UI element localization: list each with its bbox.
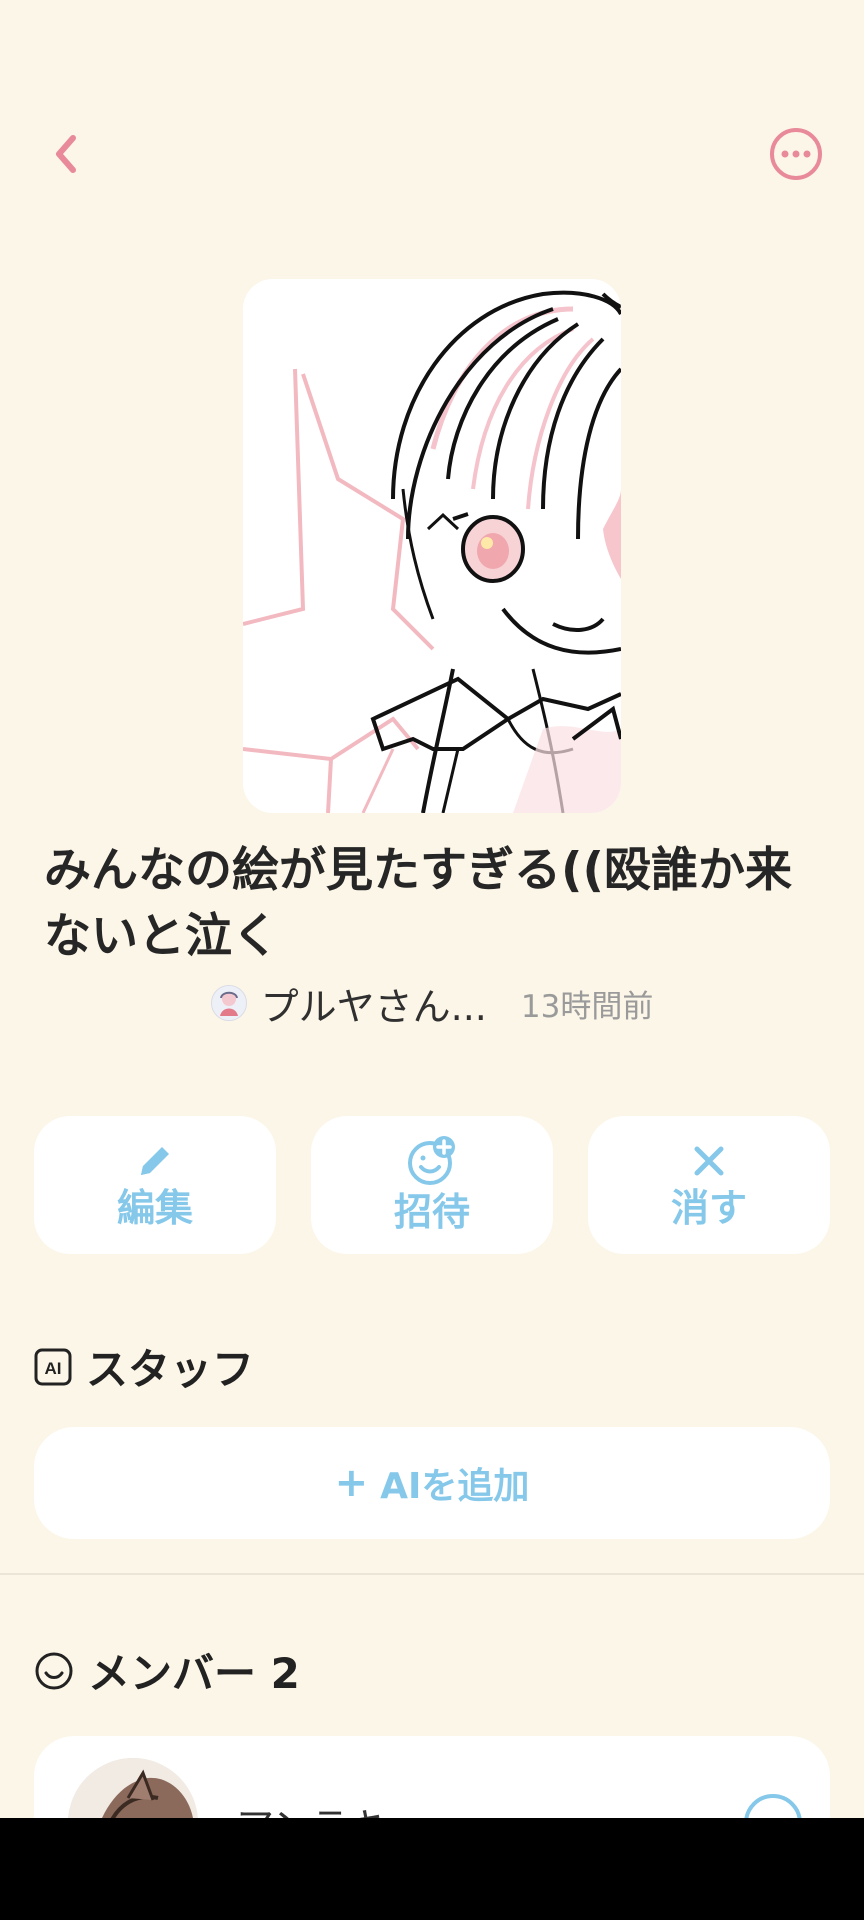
post-timestamp: 13時間前 [520, 988, 654, 1025]
plus-icon: + [334, 1460, 369, 1506]
room-meta: プルヤさん... 13時間前 [0, 976, 864, 1031]
chevron-left-icon [56, 135, 76, 173]
action-row: 編集 招待 消す [34, 1116, 830, 1254]
ai-badge-icon: AI [34, 1348, 72, 1385]
member-avatar [68, 1758, 198, 1818]
close-icon [694, 1146, 724, 1176]
avatar-image [211, 986, 246, 1020]
pencil-icon [141, 1147, 169, 1175]
chat-room-detail-screen: みんなの絵が見たすぎる((殴誰か来ないと泣く プルヤさん... 13時間前 編集 [0, 0, 864, 1818]
add-ai-button[interactable]: + AIを追加 [34, 1427, 830, 1539]
edit-button-label: 編集 [116, 1186, 193, 1230]
members-section-title: メンバー 2 [88, 1649, 300, 1698]
smile-plus-icon [408, 1136, 455, 1185]
section-divider [0, 1573, 864, 1575]
sketch-artwork [243, 279, 621, 813]
add-ai-button-label: AIを追加 [380, 1466, 530, 1507]
invite-button[interactable]: 招待 [311, 1116, 553, 1254]
cover-illustration [243, 279, 621, 813]
staff-section-header: AI スタッフ [34, 1336, 254, 1397]
more-horizontal-circle-icon [770, 128, 822, 180]
member-card[interactable]: アンラキ [34, 1736, 830, 1818]
room-title: みんなの絵が見たすぎる((殴誰か来ないと泣く [44, 843, 792, 964]
members-section-header: メンバー 2 [34, 1640, 300, 1701]
staff-section-title: スタッフ [86, 1345, 255, 1394]
member-name: アンラキ [236, 1796, 386, 1818]
system-navigation-bar [0, 1818, 864, 1920]
delete-button-label: 消す [670, 1186, 747, 1230]
edit-button[interactable]: 編集 [34, 1116, 276, 1254]
smile-icon [35, 1652, 73, 1689]
more-options-button[interactable] [764, 122, 828, 186]
member-action-icon[interactable] [744, 1794, 802, 1818]
delete-button[interactable]: 消す [588, 1116, 830, 1254]
invite-button-label: 招待 [393, 1190, 470, 1234]
avatar-image [68, 1758, 198, 1818]
back-button[interactable] [34, 122, 98, 186]
owner-avatar[interactable] [210, 985, 247, 1021]
svg-text:AI: AI [45, 1359, 62, 1378]
owner-name[interactable]: プルヤさん... [261, 976, 487, 1031]
